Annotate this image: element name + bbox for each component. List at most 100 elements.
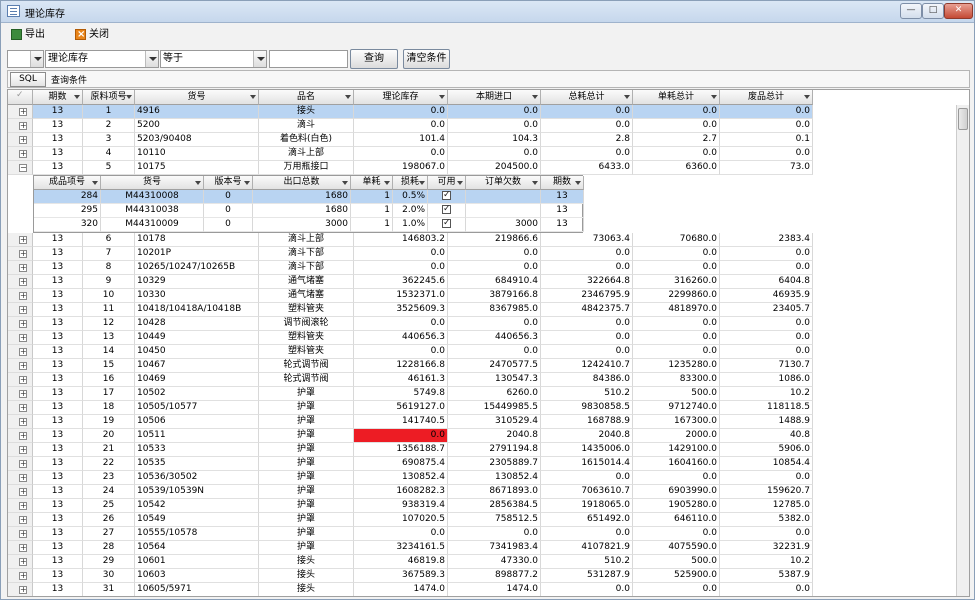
filter-icon[interactable] (804, 95, 810, 99)
table-row[interactable]: +13 16 10469 轮式调节阀 46161.3 130547.3 84386.0 833… (8, 373, 813, 387)
row-indicator[interactable]: + (8, 583, 33, 596)
expand-icon[interactable]: + (19, 264, 27, 272)
expand-icon[interactable]: + (19, 474, 27, 482)
expand-icon[interactable]: + (19, 306, 27, 314)
expand-icon[interactable]: + (19, 362, 27, 370)
detail-column-header[interactable]: 出口总数 (253, 176, 351, 190)
expand-icon[interactable]: + (19, 558, 27, 566)
detail-column-header[interactable]: 单耗 (351, 176, 393, 190)
row-indicator[interactable]: + (8, 247, 33, 261)
clear-conditions-button[interactable]: 清空条件 (403, 49, 450, 69)
detail-cell[interactable] (428, 204, 466, 218)
row-indicator[interactable]: + (8, 331, 33, 345)
filter-icon[interactable] (532, 95, 538, 99)
row-indicator[interactable]: + (8, 415, 33, 429)
available-checkbox[interactable] (442, 204, 451, 216)
detail-column-header[interactable]: 成品项号 (34, 176, 101, 190)
filter-icon[interactable] (439, 95, 445, 99)
row-indicator[interactable]: + (8, 373, 33, 387)
table-row[interactable]: +13 19 10506 护罩 141740.5 310529.4 168788.9 1673… (8, 415, 813, 429)
table-row[interactable]: +13 4 10110 滴斗上部 0.0 0.0 0.0 0.0 0.0 (8, 147, 813, 161)
expand-icon[interactable]: + (19, 418, 27, 426)
column-header[interactable]: 单耗总计 (633, 90, 720, 105)
expand-icon[interactable]: + (19, 544, 27, 552)
row-indicator[interactable]: + (8, 429, 33, 443)
filter-icon[interactable] (711, 95, 717, 99)
vertical-scrollbar[interactable] (956, 105, 969, 596)
filter-icon[interactable] (575, 181, 581, 185)
inventory-grid[interactable]: 期数原料项号货号品名理论库存本期进口总耗总计单耗总计废品总计 +1314916接… (7, 89, 970, 597)
expand-icon[interactable]: + (19, 122, 27, 130)
detail-grid[interactable]: 成品项号 货号 版本号 出口总数 单耗 损耗 可用 订单欠数 期数 284 M44310008 0 1… (33, 175, 584, 233)
chevron-down-icon[interactable] (30, 51, 43, 67)
expand-icon[interactable]: + (19, 390, 27, 398)
row-indicator[interactable]: + (8, 541, 33, 555)
maximize-button[interactable]: □ (922, 3, 944, 19)
minimize-button[interactable]: — (900, 3, 922, 19)
filter-icon[interactable] (624, 95, 630, 99)
filter-icon[interactable] (342, 181, 348, 185)
row-indicator[interactable]: + (8, 401, 33, 415)
row-indicator[interactable]: + (8, 359, 33, 373)
table-row[interactable]: +13 7 10201P 滴斗下部 0.0 0.0 0.0 0.0 0.0 (8, 247, 813, 261)
row-indicator[interactable]: + (8, 303, 33, 317)
row-indicator[interactable]: + (8, 499, 33, 513)
filter-icon[interactable] (92, 181, 98, 185)
detail-cell[interactable] (428, 190, 466, 204)
table-row[interactable]: +13 15 10467 轮式调节阀 1228166.8 2470577.5 1242410… (8, 359, 813, 373)
row-indicator[interactable]: + (8, 569, 33, 583)
expand-icon[interactable]: + (19, 502, 27, 510)
row-indicator[interactable]: + (8, 485, 33, 499)
filter-icon[interactable] (532, 181, 538, 185)
detail-column-header[interactable]: 可用 (428, 176, 466, 190)
scrollbar-thumb[interactable] (958, 108, 968, 130)
column-header[interactable]: 期数 (33, 90, 83, 105)
filter-icon[interactable] (74, 95, 80, 99)
table-row[interactable]: +13 13 10449 塑料管夹 440656.3 440656.3 0.0 0.0 0.0 (8, 331, 813, 345)
expand-icon[interactable]: + (19, 348, 27, 356)
table-row[interactable]: +13 30 10603 接头 367589.3 898877.2 531287.9 5259… (8, 569, 813, 583)
expand-icon[interactable]: + (19, 136, 27, 144)
row-indicator[interactable]: + (8, 387, 33, 401)
row-indicator[interactable]: + (8, 261, 33, 275)
table-row[interactable]: +13 24 10539/10539N 护罩 1608282.3 8671893.0 706… (8, 485, 813, 499)
table-row[interactable]: +13 9 10329 通气堵塞 362245.6 684910.4 322664.8 316… (8, 275, 813, 289)
column-header[interactable]: 废品总计 (720, 90, 813, 105)
available-checkbox[interactable] (442, 218, 451, 230)
table-row[interactable]: +13 31 10605/5971 接头 1474.0 1474.0 0.0 0.0 0.0 (8, 583, 813, 596)
expand-icon[interactable]: + (19, 432, 27, 440)
table-row[interactable]: +13 8 10265/10247/10265B 滴斗下部 0.0 0.0 0.0 0.0 0.… (8, 261, 813, 275)
filter-value-input[interactable] (269, 50, 348, 68)
expand-icon[interactable]: + (19, 292, 27, 300)
detail-column-header[interactable]: 货号 (101, 176, 204, 190)
chevron-down-icon[interactable] (253, 51, 266, 67)
table-row[interactable]: +13 23 10536/30502 护罩 130852.4 130852.4 0.0 0.0… (8, 471, 813, 485)
table-row[interactable]: +13 20 10511 护罩 0.0 2040.8 2040.8 2000.0 40.8 (8, 429, 813, 443)
filter-icon[interactable] (244, 181, 250, 185)
query-button[interactable]: 查询 (350, 49, 398, 69)
table-row[interactable]: +13 21 10533 护罩 1356188.7 2791194.8 1435006.0 1… (8, 443, 813, 457)
expand-icon[interactable]: + (19, 404, 27, 412)
detail-row[interactable]: 284M443100080168010.5% 13 (34, 190, 584, 204)
filter-icon[interactable] (250, 95, 256, 99)
expand-icon[interactable]: + (19, 460, 27, 468)
expand-icon[interactable]: + (19, 250, 27, 258)
expand-icon[interactable]: + (19, 572, 27, 580)
detail-cell[interactable] (428, 218, 466, 232)
filter-icon[interactable] (419, 181, 425, 185)
expand-icon[interactable]: + (19, 586, 27, 594)
expand-icon[interactable]: + (19, 108, 27, 116)
row-indicator[interactable]: + (8, 457, 33, 471)
row-indicator[interactable]: + (8, 275, 33, 289)
table-row[interactable]: +13 17 10502 护罩 5749.8 6260.0 510.2 500.0 10.2 (8, 387, 813, 401)
close-button[interactable]: 关闭 (75, 27, 119, 43)
column-header[interactable]: 本期进口 (448, 90, 541, 105)
expand-icon[interactable]: + (19, 236, 27, 244)
filter-icon[interactable] (195, 181, 201, 185)
table-row[interactable]: +13 26 10549 护罩 107020.5 758512.5 651492.0 6461… (8, 513, 813, 527)
row-indicator[interactable]: + (8, 105, 33, 119)
detail-column-header[interactable]: 期数 (541, 176, 584, 190)
table-row[interactable]: +13 2 5200 滴斗 0.0 0.0 0.0 0.0 0.0 (8, 119, 813, 133)
row-indicator[interactable]: + (8, 345, 33, 359)
row-indicator[interactable]: + (8, 147, 33, 161)
